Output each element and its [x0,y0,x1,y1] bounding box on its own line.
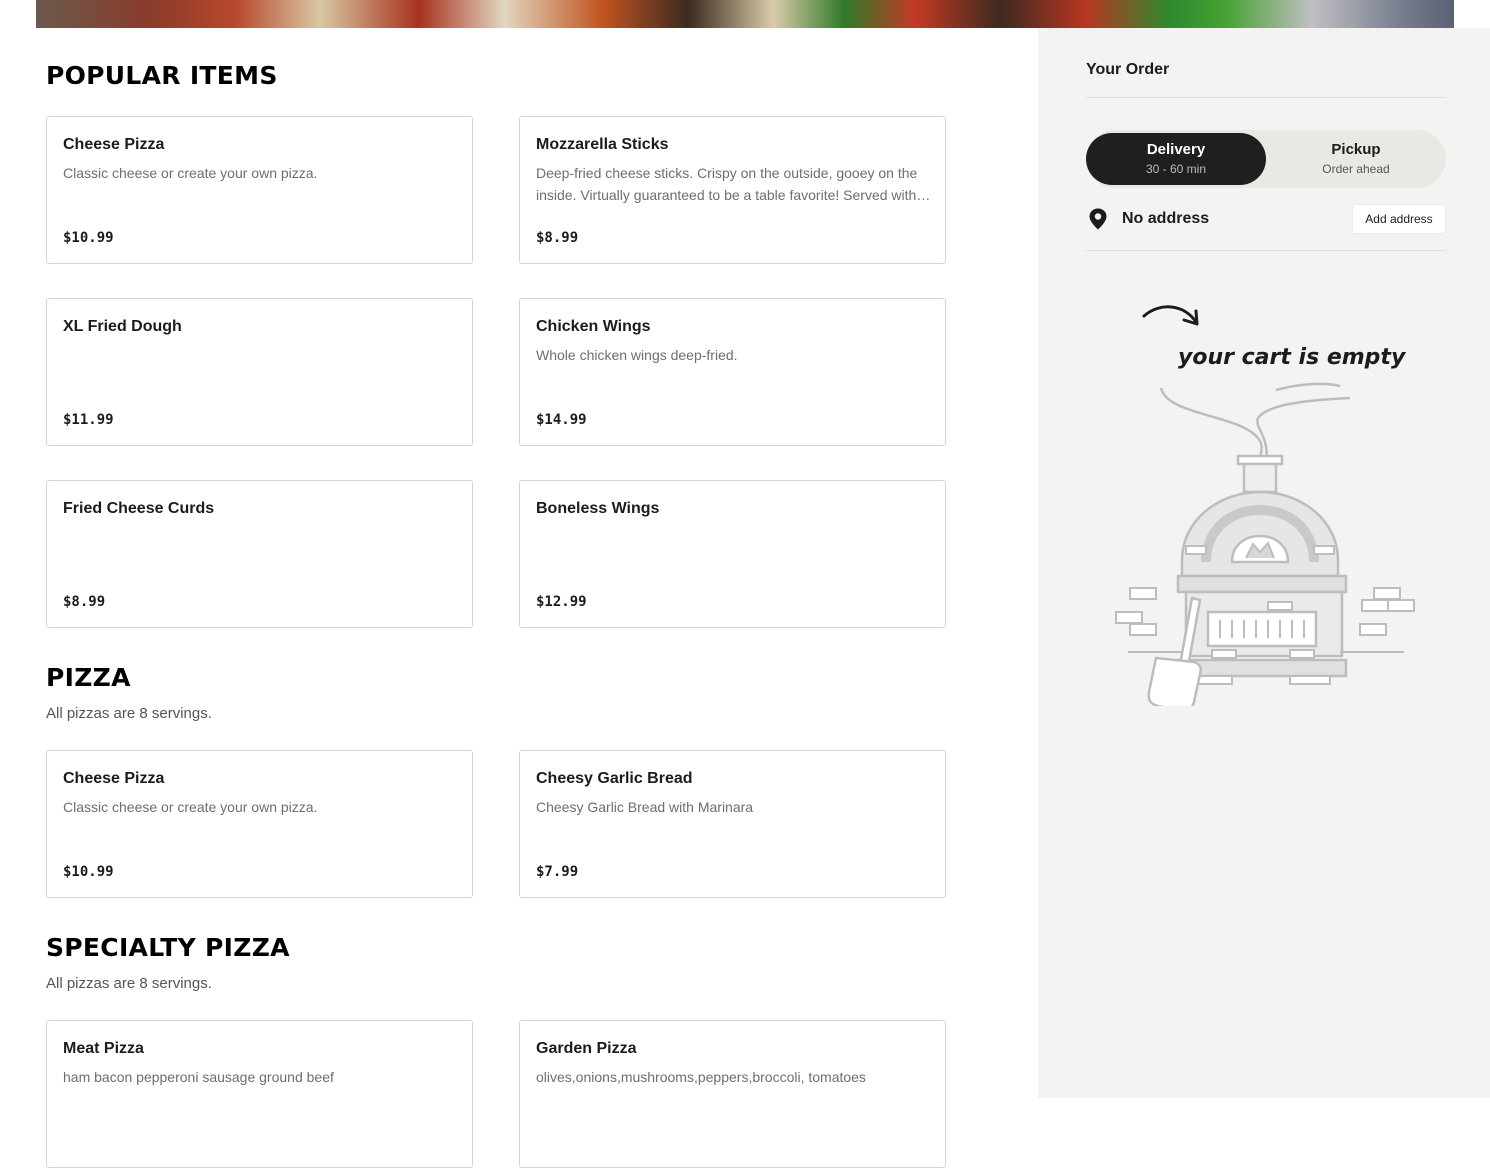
section-description: All pizzas are 8 servings. [46,975,212,992]
menu-item-description: Classic cheese or create your own pizza. [63,165,318,181]
pickup-label: Pickup [1331,141,1381,158]
address-text: No address [1122,210,1210,227]
menu-item-card[interactable]: Meat Pizza ham bacon pepperoni sausage g… [46,1020,473,1168]
pickup-sub: Order ahead [1322,162,1390,176]
menu-item-price: $10.99 [63,230,114,246]
menu-item-name: XL Fried Dough [63,318,182,335]
delivery-option[interactable]: Delivery 30 - 60 min [1086,133,1266,185]
empty-cart-illustration: your cart is empty [1115,305,1415,706]
fulfillment-toggle: Delivery 30 - 60 min Pickup Order ahead [1086,130,1446,188]
empty-cart-label: your cart is empty [1178,345,1407,370]
section-title-popular: POPULAR ITEMS [46,61,278,90]
menu-item-name: Cheesy Garlic Bread [536,770,693,787]
menu-item-name: Boneless Wings [536,500,660,517]
order-title: Your Order [1086,61,1170,78]
menu-item-price: $8.99 [536,230,579,246]
menu-item-card[interactable]: Cheese Pizza Classic cheese or create yo… [46,750,473,898]
menu-item-price: $7.99 [536,864,579,880]
hero-banner-image [36,0,1454,28]
menu-item-description: Whole chicken wings deep-fried. [536,347,738,363]
menu-item-name: Mozzarella Sticks [536,136,669,153]
delivery-time: 30 - 60 min [1145,162,1207,176]
add-address-button[interactable]: Add address [1352,204,1446,234]
menu-item-price: $12.99 [536,594,587,610]
curved-arrow-icon [1142,305,1199,326]
divider [1086,250,1446,251]
menu-item-card[interactable]: Fried Cheese Curds $8.99 [46,480,473,628]
divider [1086,97,1446,98]
menu-item-price: $8.99 [63,594,106,610]
menu-item-name: Cheese Pizza [63,136,165,153]
menu-item-description: ham bacon pepperoni sausage ground beef [63,1069,334,1085]
menu-item-price: $11.99 [63,412,114,428]
menu-item-name: Cheese Pizza [63,770,165,787]
menu-item-description: Deep-fried cheese sticks. Crispy on the … [536,165,918,203]
menu-item-card[interactable]: XL Fried Dough $11.99 [46,298,473,446]
menu-item-card[interactable]: Chicken Wings Whole chicken wings deep-f… [519,298,946,446]
delivery-label: Delivery [1146,141,1206,158]
address-row: No address Add address [1086,204,1446,234]
pickup-option[interactable]: Pickup Order ahead [1266,133,1446,185]
section-title-specialty-pizza: SPECIALTY PIZZA [46,933,290,962]
order-sidebar: Your Order Delivery 30 - 60 min Pickup O… [1038,28,1490,1098]
map-pin-icon [1089,208,1107,230]
menu-item-name: Garden Pizza [536,1040,637,1057]
menu-item-card[interactable]: Boneless Wings $12.99 [519,480,946,628]
menu-item-description: olives,onions,mushrooms,peppers,broccoli… [536,1069,866,1085]
menu-item-description: Classic cheese or create your own pizza. [63,799,318,815]
menu-item-card[interactable]: Mozzarella Sticks Deep-fried cheese stic… [519,116,946,264]
menu-item-name: Chicken Wings [536,318,651,335]
menu-item-card[interactable]: Garden Pizza olives,onions,mushrooms,pep… [519,1020,946,1168]
menu-item-description: Cheesy Garlic Bread with Marinara [536,799,754,815]
menu-item-card[interactable]: Cheesy Garlic Bread Cheesy Garlic Bread … [519,750,946,898]
menu-item-card[interactable]: Cheese Pizza Classic cheese or create yo… [46,116,473,264]
section-description: All pizzas are 8 servings. [46,705,212,722]
menu-item-name: Fried Cheese Curds [63,500,215,517]
menu-item-price: $14.99 [536,412,587,428]
menu-item-name: Meat Pizza [63,1040,144,1057]
section-title-pizza: PIZZA [46,663,131,692]
menu-item-price: $10.99 [63,864,114,880]
